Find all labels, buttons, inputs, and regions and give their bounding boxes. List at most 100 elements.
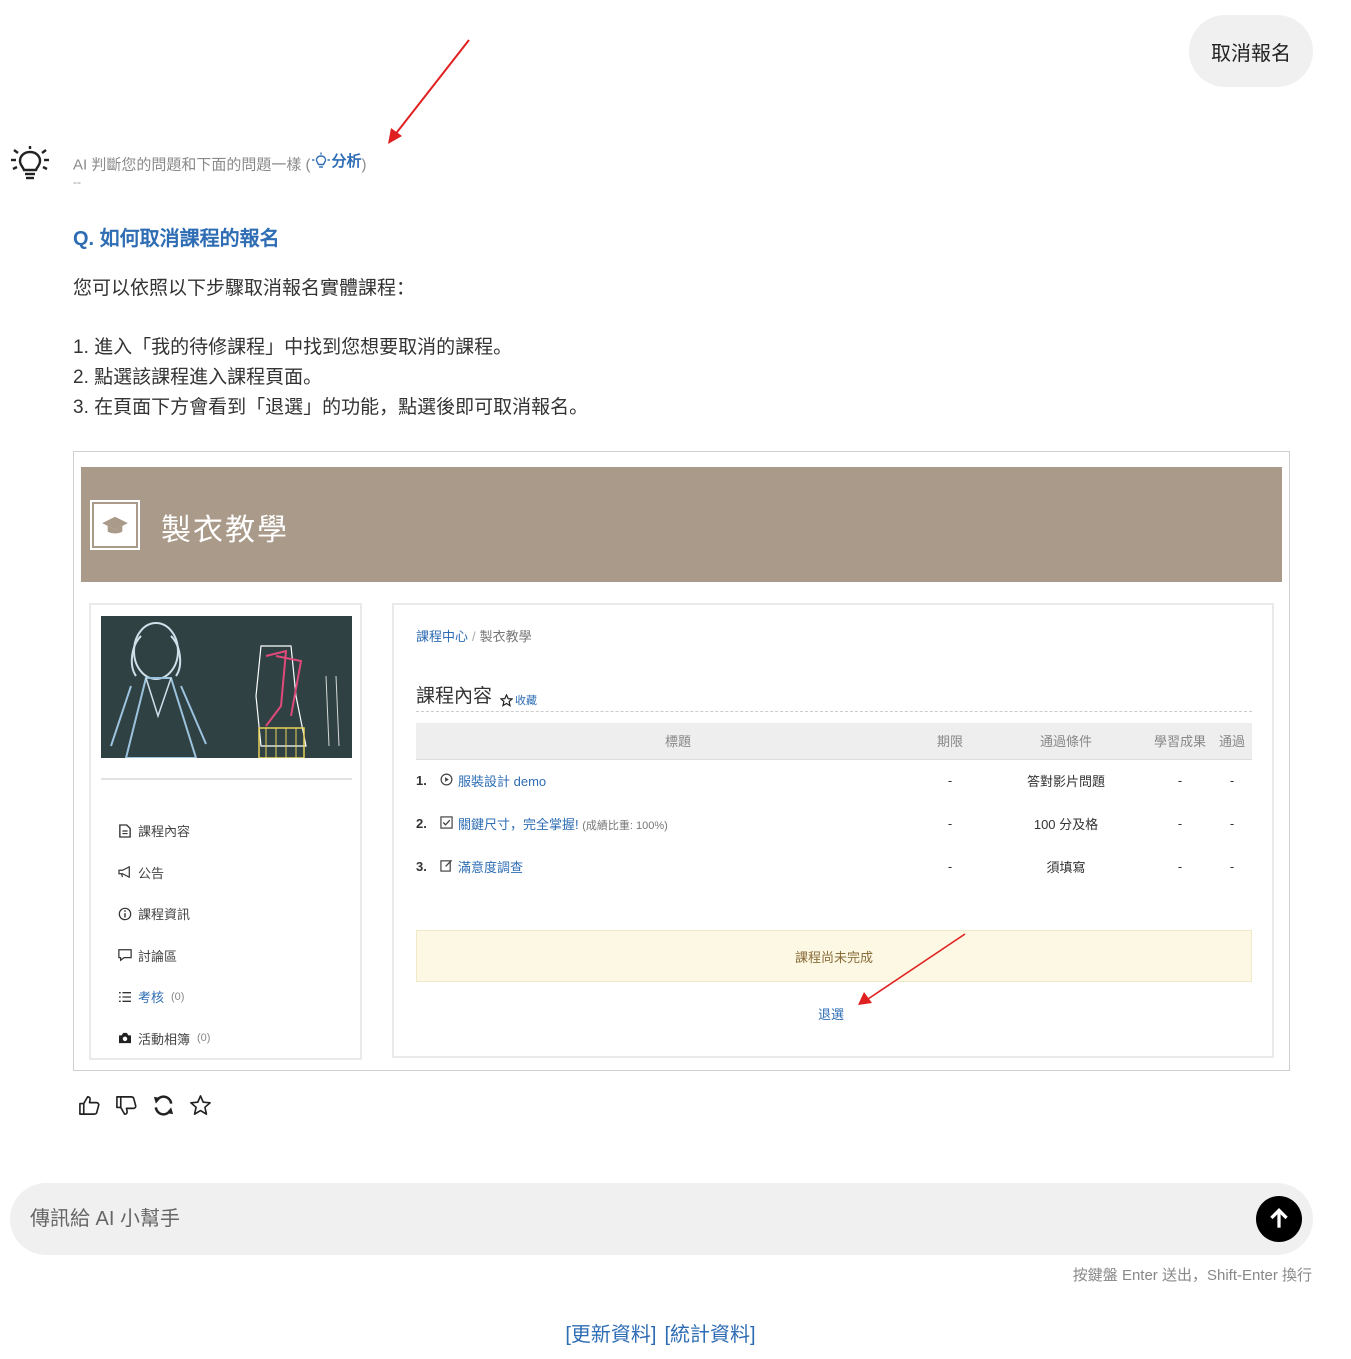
breadcrumb: 課程中心 / 製衣教學 (416, 626, 532, 645)
menu-item-photo-album[interactable]: 活動相簿 (0) (117, 1018, 210, 1060)
menu-item-course-info[interactable]: 課程資訊 (117, 893, 210, 935)
row-number: 1. (416, 773, 427, 789)
table-header-condition: 通過條件 (984, 723, 1148, 760)
file-icon (117, 823, 133, 839)
thumbs-up-button[interactable] (77, 1092, 102, 1118)
course-items-table: 標題 期限 通過條件 學習成果 通過 1. 服裝設計 demo - 答對影片問題… (416, 723, 1252, 888)
star-icon (500, 693, 514, 707)
row-deadline: - (947, 859, 953, 874)
sidebar-divider (101, 778, 352, 780)
table-row: 3. 滿意度調查 - 須填寫 - - (416, 845, 1252, 888)
menu-item-announcements[interactable]: 公告 (117, 852, 210, 894)
menu-label: 課程資訊 (138, 907, 191, 923)
info-icon (117, 906, 133, 922)
favorite-answer-button[interactable] (188, 1092, 213, 1118)
update-data-link[interactable]: [更新資料] (565, 1324, 656, 1346)
thumbs-down-button[interactable] (114, 1092, 139, 1118)
ai-note-suffix: ) (361, 156, 367, 174)
ai-lightbulb-icon (9, 145, 51, 183)
survey-icon (440, 859, 454, 875)
row-title-link[interactable]: 服裝設計 demo (458, 774, 546, 789)
breadcrumb-current: 製衣教學 (479, 629, 532, 644)
thumbs-up-icon (79, 1095, 100, 1115)
menu-item-forum[interactable]: 討論區 (117, 935, 210, 977)
star-outline-icon (190, 1094, 211, 1115)
message-input[interactable] (30, 1201, 1230, 1237)
row-title-cell: 關鍵尺寸，完全掌握! (成績比重: 100%) (440, 802, 916, 845)
table-header-row: 標題 期限 通過條件 學習成果 通過 (416, 723, 1252, 760)
menu-label: 活動相簿 (138, 1031, 191, 1047)
row-title-link[interactable]: 關鍵尺寸，完全掌握! (458, 817, 579, 832)
menu-label: 討論區 (138, 948, 178, 964)
table-header-passed: 通過 (1212, 723, 1252, 760)
table-row: 1. 服裝設計 demo - 答對影片問題 - - (416, 759, 1252, 802)
checkbox-icon (440, 816, 454, 832)
course-title: 製衣教學 (161, 514, 289, 547)
table-header-title: 標題 (440, 723, 916, 760)
menu-count: (0) (171, 990, 185, 1003)
row-condition: 須填寫 (1046, 860, 1086, 875)
menu-item-course-content[interactable]: 課程內容 (117, 810, 210, 852)
row-number: 3. (416, 859, 427, 874)
annotation-arrow (388, 39, 470, 144)
message-composer (10, 1183, 1313, 1255)
withdraw-link[interactable]: 退選 (818, 1004, 844, 1023)
ai-separator: -- (73, 175, 81, 189)
question-title: Q. 如何取消課程的報名 (73, 228, 280, 250)
thumbs-down-icon (116, 1095, 137, 1115)
answer-intro: 您可以依照以下步驟取消報名實體課程： (73, 278, 416, 299)
row-passed: - (1229, 859, 1235, 874)
favorite-button[interactable]: 收藏 (500, 692, 537, 708)
refresh-icon (153, 1094, 174, 1116)
row-passed: - (1229, 773, 1235, 789)
course-cover-image (101, 616, 352, 758)
row-result: - (1177, 859, 1183, 874)
row-passed: - (1229, 816, 1235, 831)
statistics-link[interactable]: [統計資料] (665, 1324, 756, 1346)
table-header-spacer (416, 723, 440, 760)
row-number: 2. (416, 816, 427, 831)
menu-count: (0) (197, 1032, 211, 1045)
row-result: - (1177, 773, 1183, 789)
breadcrumb-home[interactable]: 課程中心 (416, 629, 468, 644)
course-main-panel: 課程中心 / 製衣教學 課程內容 收藏 標題 期限 通過條件 學習成果 通過 1… (392, 603, 1274, 1058)
menu-label: 考核 (138, 990, 165, 1006)
comment-icon (117, 947, 133, 963)
list-icon (117, 989, 133, 1005)
row-condition: 100 分及格 (1033, 817, 1099, 832)
composer-hint: 按鍵盤 Enter 送出，Shift-Enter 換行 (1072, 1267, 1312, 1284)
heading-divider (416, 711, 1252, 712)
table-header-deadline: 期限 (916, 723, 984, 760)
ai-match-note: AI 判斷您的問題和下面的問題一樣 (分析) (73, 150, 367, 175)
row-title-cell: 滿意度調查 (440, 845, 916, 888)
send-button[interactable] (1256, 1196, 1302, 1242)
row-deadline: - (947, 773, 953, 789)
row-title-cell: 服裝設計 demo (440, 759, 916, 802)
course-sidebar: 課程內容 公告 課程資訊 討論區 考核 (0) 活動相簿 (0) (89, 603, 362, 1060)
camera-icon (117, 1030, 133, 1046)
message-actions (77, 1092, 213, 1118)
course-status-alert: 課程尚未完成 (416, 930, 1252, 982)
course-status-text: 課程尚未完成 (794, 949, 873, 965)
user-message-text: 取消報名 (1211, 42, 1291, 65)
answer-step: 2. 點選該課程進入課程頁面。 (73, 367, 323, 388)
course-logo (90, 500, 140, 550)
answer-step: 1. 進入「我的待修課程」中找到您想要取消的課程。 (73, 337, 513, 358)
play-icon (440, 773, 454, 789)
table-header-result: 學習成果 (1148, 723, 1212, 760)
analyze-label[interactable]: 分析 (332, 150, 362, 171)
content-heading-text: 課程內容 (416, 686, 493, 707)
analyze-link[interactable]: 分析 (311, 150, 362, 171)
menu-item-assessment[interactable]: 考核 (0) (117, 976, 210, 1018)
arrow-up-icon (1270, 1208, 1288, 1228)
course-page-screenshot: 製衣教學 課程內容 公告 課程資訊 討論區 考核 (0) 活動相簿 (0) 課程… (73, 451, 1290, 1071)
user-message-bubble: 取消報名 (1189, 15, 1313, 87)
regenerate-button[interactable] (151, 1092, 176, 1118)
footer-links: [更新資料] [統計資料] (0, 1318, 1321, 1347)
row-note: (成績比重: 100%) (582, 820, 668, 832)
answer-steps: 1. 進入「我的待修課程」中找到您想要取消的課程。 2. 點選該課程進入課程頁面… (73, 333, 588, 423)
course-banner: 製衣教學 (81, 467, 1282, 582)
course-menu: 課程內容 公告 課程資訊 討論區 考核 (0) 活動相簿 (0) (117, 810, 210, 1059)
row-title-link[interactable]: 滿意度調查 (458, 860, 523, 875)
megaphone-icon (117, 864, 133, 880)
